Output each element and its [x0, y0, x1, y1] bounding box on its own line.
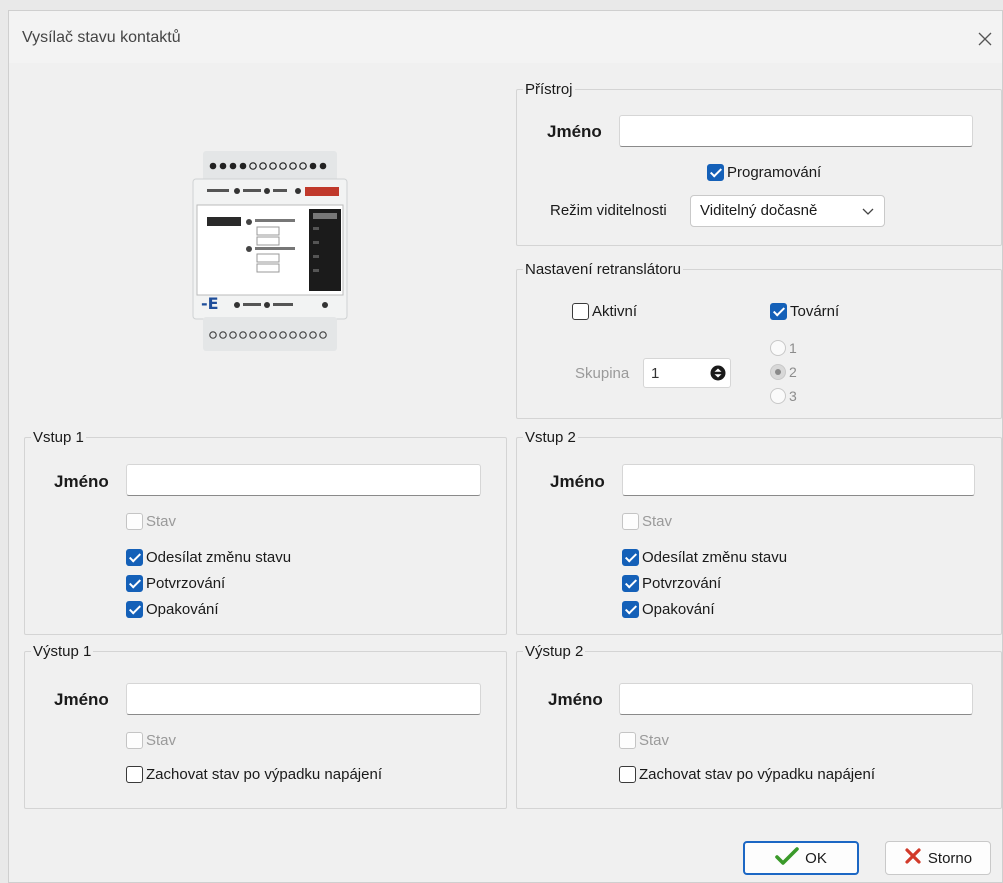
input1-name-label: Jméno	[54, 472, 109, 491]
device-image: -E	[185, 149, 355, 354]
window-title: Vysílač stavu kontaktů	[22, 29, 181, 46]
input1-confirm-label: Potvrzování	[146, 574, 226, 592]
repeater-group: Nastavení retranslátoru	[516, 261, 1002, 419]
output2-state-label: Stav	[639, 731, 670, 749]
output1-state-label: Stav	[146, 731, 177, 749]
input1-repeat-label: Opakování	[146, 600, 219, 618]
visibility-label: Režim viditelnosti	[550, 202, 667, 219]
checkmark-icon	[775, 847, 799, 869]
input1-group-legend: Vstup 1	[33, 429, 84, 446]
radio-button	[770, 388, 786, 404]
input1-name-input[interactable]	[126, 464, 481, 496]
output2-group: Výstup 2	[516, 643, 1002, 809]
output1-keep-state-label: Zachovat stav po výpadku napájení	[146, 765, 382, 783]
programming-checkbox-box[interactable]	[707, 163, 724, 181]
input2-send-change-checkbox-box[interactable]	[622, 548, 639, 566]
svg-text:-E: -E	[201, 294, 219, 313]
input1-state-checkbox: Stav	[126, 511, 176, 531]
output1-state-checkbox: Stav	[126, 730, 176, 750]
output2-keep-state-label: Zachovat stav po výpadku napájení	[639, 765, 875, 783]
input2-send-change-label: Odesílat změnu stavu	[642, 548, 788, 566]
input2-repeat-checkbox-box[interactable]	[622, 600, 639, 618]
output1-name-input[interactable]	[126, 683, 481, 715]
group-spinner: 1	[643, 358, 731, 388]
cancel-button[interactable]: Storno	[885, 841, 991, 875]
input1-send-change-checkbox-box[interactable]	[126, 548, 143, 566]
factory-label: Tovární	[790, 302, 840, 320]
input2-name-input[interactable]	[622, 464, 975, 496]
title-bar: Vysílač stavu kontaktů	[9, 11, 1002, 63]
chevron-down-icon	[861, 204, 875, 218]
output2-keep-state-checkbox[interactable]: Zachovat stav po výpadku napájení	[619, 764, 875, 784]
input2-state-checkbox-box	[622, 512, 639, 530]
input1-confirm-checkbox[interactable]: Potvrzování	[126, 573, 225, 593]
input1-repeat-checkbox[interactable]: Opakování	[126, 599, 219, 619]
input2-name-label: Jméno	[550, 472, 605, 491]
device-name-input[interactable]	[619, 115, 973, 147]
output1-keep-state-checkbox[interactable]: Zachovat stav po výpadku napájení	[126, 764, 382, 784]
device-group-legend: Přístroj	[525, 81, 573, 98]
output1-group-legend: Výstup 1	[33, 643, 92, 660]
group-option-2-label: 2	[789, 364, 797, 380]
cancel-button-label: Storno	[927, 849, 973, 867]
close-icon[interactable]	[974, 28, 996, 50]
output1-state-checkbox-box	[126, 731, 143, 749]
programming-checkbox[interactable]: Programování	[707, 162, 821, 182]
input1-confirm-checkbox-box[interactable]	[126, 574, 143, 592]
input1-repeat-checkbox-box[interactable]	[126, 600, 143, 618]
group-option-3-label: 3	[789, 388, 797, 404]
output2-state-checkbox: Stav	[619, 730, 669, 750]
group-option-1-label: 1	[789, 340, 797, 356]
input1-group: Vstup 1	[24, 429, 507, 635]
ok-button-label: OK	[805, 849, 827, 867]
input2-repeat-label: Opakování	[642, 600, 715, 618]
output2-name-input[interactable]	[619, 683, 973, 715]
radio-button	[770, 340, 786, 356]
active-checkbox[interactable]: Aktivní	[572, 301, 637, 321]
device-name-label: Jméno	[547, 122, 602, 141]
group-option-3: 3	[770, 388, 797, 404]
repeater-group-legend: Nastavení retranslátoru	[525, 261, 681, 278]
input2-confirm-checkbox-box[interactable]	[622, 574, 639, 592]
input2-state-label: Stav	[642, 512, 673, 530]
output2-keep-state-checkbox-box[interactable]	[619, 765, 636, 783]
active-label: Aktivní	[592, 302, 638, 320]
input2-send-change-checkbox[interactable]: Odesílat změnu stavu	[622, 547, 787, 567]
output1-group: Výstup 1	[24, 643, 507, 809]
factory-checkbox[interactable]: Tovární	[770, 301, 839, 321]
cross-icon	[904, 847, 922, 869]
input1-state-label: Stav	[146, 512, 177, 530]
dialog-window: Vysílač stavu kontaktů -E Přístroj Jméno…	[8, 10, 1003, 883]
input1-state-checkbox-box	[126, 512, 143, 530]
group-option-1: 1	[770, 340, 797, 356]
output2-name-label: Jméno	[548, 690, 603, 709]
input2-confirm-checkbox[interactable]: Potvrzování	[622, 573, 721, 593]
input2-group: Vstup 2	[516, 429, 1002, 635]
input1-send-change-checkbox[interactable]: Odesílat změnu stavu	[126, 547, 291, 567]
input2-state-checkbox: Stav	[622, 511, 672, 531]
group-spinner-value: 1	[651, 365, 660, 382]
input2-group-legend: Vstup 2	[525, 429, 576, 446]
active-checkbox-box[interactable]	[572, 302, 589, 320]
input2-repeat-checkbox[interactable]: Opakování	[622, 599, 715, 619]
group-label: Skupina	[575, 365, 630, 382]
group-option-2: 2	[770, 364, 797, 380]
output2-group-legend: Výstup 2	[525, 643, 584, 660]
factory-checkbox-box[interactable]	[770, 302, 787, 320]
input1-send-change-label: Odesílat změnu stavu	[146, 548, 292, 566]
input2-confirm-label: Potvrzování	[642, 574, 722, 592]
programming-label: Programování	[727, 163, 822, 181]
output2-state-checkbox-box	[619, 731, 636, 749]
output1-name-label: Jméno	[54, 690, 109, 709]
spinner-arrows-icon	[710, 365, 726, 381]
visibility-select-value: Viditelný dočasně	[700, 202, 818, 219]
output1-keep-state-checkbox-box[interactable]	[126, 765, 143, 783]
visibility-select[interactable]: Viditelný dočasně	[690, 195, 885, 227]
radio-button-selected	[770, 364, 786, 380]
ok-button[interactable]: OK	[743, 841, 859, 875]
